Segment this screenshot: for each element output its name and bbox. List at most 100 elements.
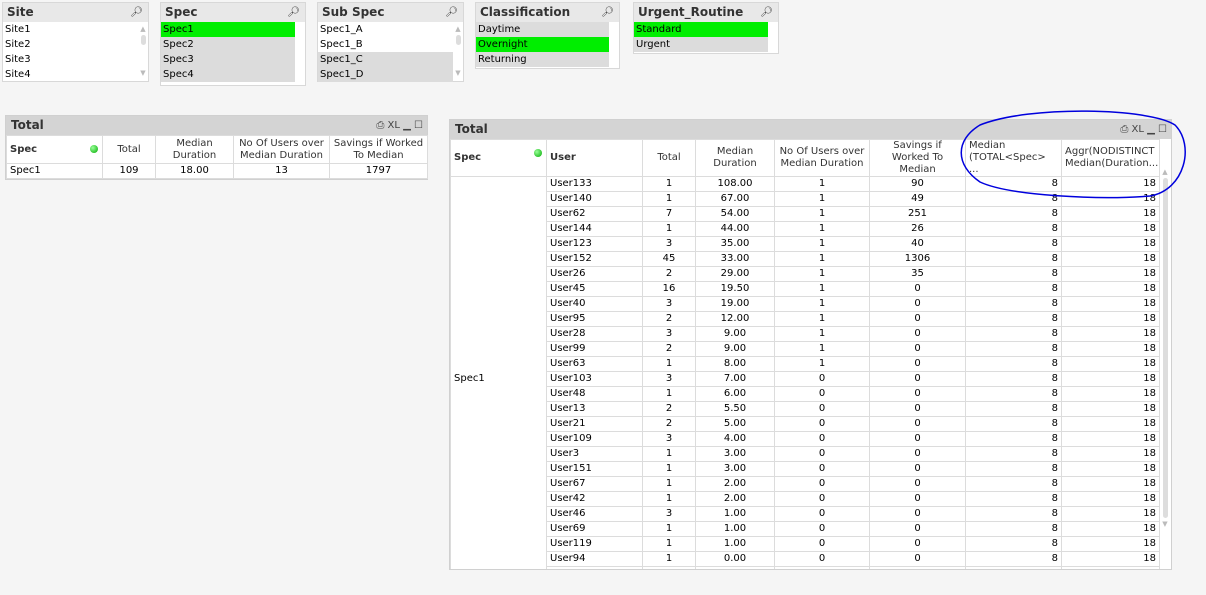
table-cell: User109 <box>546 431 643 447</box>
listbox-title: Site 🔎︎ <box>3 3 148 22</box>
table-row: User94 1 0.00 0 0 8 18 <box>451 551 1160 567</box>
table-cell: 18 <box>1061 491 1160 507</box>
table-cell: 0 <box>774 491 870 507</box>
listbox-item[interactable]: Spec1 <box>161 22 295 37</box>
listbox-item[interactable]: Spec1_A <box>318 22 453 37</box>
table-cell: User46 <box>546 506 643 522</box>
table-toolbar-icons[interactable]: ⎙ XL ▁ ☐ <box>1120 120 1167 139</box>
table-cell: 18 <box>1061 371 1160 387</box>
table-cell: User69 <box>546 521 643 537</box>
table-cell: User133 <box>546 176 643 192</box>
table-row: User21 2 5.00 0 0 8 18 <box>451 416 1160 432</box>
table-row: User62 7 54.00 1 251 8 18 <box>451 206 1160 222</box>
table-cell: 8 <box>965 311 1062 327</box>
column-header[interactable]: No Of Users over Median Duration <box>774 139 870 177</box>
column-header[interactable]: Total <box>642 139 696 177</box>
listbox-item[interactable]: Spec1_B <box>318 37 453 52</box>
column-header[interactable]: Median Duration <box>695 139 775 177</box>
table-cell: 0 <box>774 371 870 387</box>
column-header[interactable]: Median Duration <box>155 135 234 164</box>
table-cell: 9.00 <box>695 341 775 357</box>
column-header[interactable]: User <box>546 139 643 177</box>
table-cell: 1 <box>774 311 870 327</box>
table-cell: 1 <box>774 236 870 252</box>
search-icon[interactable]: 🔎︎ <box>601 3 614 22</box>
column-header[interactable]: Savings if Worked To Median <box>869 139 966 177</box>
column-header[interactable]: Total <box>102 135 156 164</box>
table-cell: 0 <box>869 551 966 567</box>
listbox-item[interactable]: Site4 <box>3 67 138 82</box>
table-cell: 1797 <box>329 163 428 179</box>
table-cell: User103 <box>546 371 643 387</box>
table-cell: 0 <box>869 371 966 387</box>
listbox-item[interactable]: Site2 <box>3 37 138 52</box>
listbox-item[interactable]: Site3 <box>3 52 138 67</box>
column-header[interactable]: Spec <box>450 139 547 177</box>
table-cell: 44.00 <box>695 221 775 237</box>
column-header[interactable]: Aggr(NODISTINCT Median(Duration... <box>1061 139 1160 177</box>
listbox-item[interactable]: Daytime <box>476 22 609 37</box>
table-toolbar-icons[interactable]: ⎙ XL ▁ ☐ <box>376 116 423 135</box>
table-cell: 8 <box>965 401 1062 417</box>
search-icon[interactable]: 🔎︎ <box>130 3 143 22</box>
listbox-item[interactable]: Urgent <box>634 37 768 52</box>
listbox-item[interactable]: Spec2 <box>161 37 295 52</box>
column-header-label: Spec <box>454 152 482 163</box>
table-cell: 1 <box>774 356 870 372</box>
column-header[interactable]: No Of Users over Median Duration <box>233 135 330 164</box>
listbox-item[interactable]: Spec1_C <box>318 52 453 67</box>
listbox-item[interactable]: Returning <box>476 52 609 67</box>
column-header[interactable]: Median (TOTAL<Spec> ... <box>965 139 1062 177</box>
table-cell: User152 <box>546 251 643 267</box>
table-cell: 29.00 <box>695 266 775 282</box>
listbox-item[interactable]: Standard <box>634 22 768 37</box>
listbox-scrollbar[interactable]: ▲ ▼ <box>139 25 147 81</box>
table-cell: 18.00 <box>155 163 234 179</box>
search-icon[interactable]: 🔎︎ <box>287 3 300 22</box>
table-cell: 8 <box>965 491 1062 507</box>
table-cell: 1 <box>774 296 870 312</box>
listbox-item[interactable]: Spec1_D <box>318 67 453 82</box>
column-header-label: Median Duration <box>172 137 217 161</box>
table-cell: 1 <box>642 491 696 507</box>
listbox-item[interactable]: Site1 <box>3 22 138 37</box>
table-cell: 3 <box>642 296 696 312</box>
table-row: User109 3 4.00 0 0 8 18 <box>451 431 1160 447</box>
table-cell: User123 <box>546 236 643 252</box>
table-cell: 1 <box>642 191 696 207</box>
table-cell: 12.00 <box>695 311 775 327</box>
table-cell: 3 <box>642 326 696 342</box>
vertical-scrollbar[interactable]: ▲ ▼ <box>1160 168 1170 568</box>
listbox-item[interactable]: Spec3 <box>161 52 295 67</box>
table-cell: 5.00 <box>695 416 775 432</box>
table-cell: 1 <box>774 251 870 267</box>
table-cell: 3 <box>642 431 696 447</box>
column-header-label: Savings if Worked To Median <box>891 140 944 176</box>
table-cell: 0 <box>774 566 870 569</box>
listbox-scrollbar[interactable]: ▲ ▼ <box>454 25 462 81</box>
listbox-item[interactable]: Spec4 <box>161 67 295 82</box>
table-cell: User13 <box>546 401 643 417</box>
table-cell: 0 <box>774 416 870 432</box>
table-cell: 54.00 <box>695 206 775 222</box>
column-header-label: User <box>550 152 576 163</box>
table-cell: 1306 <box>869 251 966 267</box>
table-cell: 18 <box>1061 296 1160 312</box>
table-cell: 35.00 <box>695 236 775 252</box>
table-cell: 4.00 <box>695 431 775 447</box>
column-header[interactable]: Spec <box>6 135 103 164</box>
table-cell: 13 <box>233 163 330 179</box>
table-cell: 7 <box>642 206 696 222</box>
table-row: User28 3 9.00 1 0 8 18 <box>451 326 1160 342</box>
table-cell: 8 <box>965 446 1062 462</box>
column-header[interactable]: Savings if Worked To Median <box>329 135 428 164</box>
table-cell: 18 <box>1061 536 1160 552</box>
table-cell: 8 <box>965 386 1062 402</box>
table-cell: 0 <box>869 476 966 492</box>
listbox-item[interactable]: Overnight <box>476 37 609 52</box>
search-icon[interactable]: 🔎︎ <box>445 3 458 22</box>
listbox-title: Spec 🔎︎ <box>161 3 305 22</box>
search-icon[interactable]: 🔎︎ <box>760 3 773 22</box>
table-cell: User21 <box>546 416 643 432</box>
table-cell: 18 <box>1061 191 1160 207</box>
